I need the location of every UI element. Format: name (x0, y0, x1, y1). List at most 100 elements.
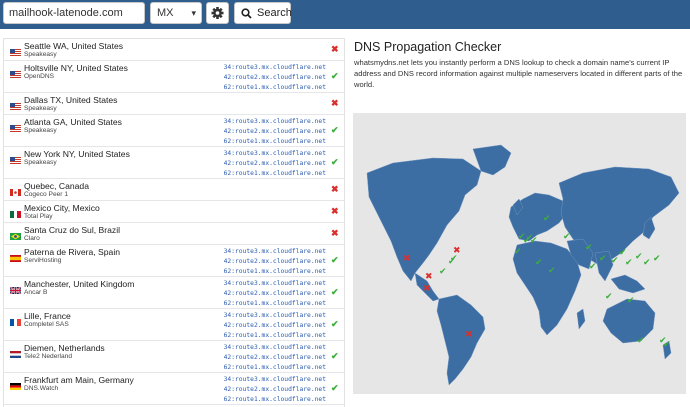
result-isp: Speakeasy (24, 159, 57, 166)
map-cross-marker: ✖ (425, 272, 433, 282)
result-row[interactable]: Holtsville NY, United States OpenDNS 34:ro… (4, 61, 344, 93)
mx-record[interactable]: 34:route3.mx.cloudflare.net (204, 311, 326, 321)
result-row[interactable]: Seattle WA, United States Speakeasy ✖ (4, 39, 344, 61)
result-records: 34:route3.mx.cloudflare.net 42:route2.mx.… (204, 247, 326, 277)
mx-record[interactable]: 42:route2.mx.cloudflare.net (204, 257, 326, 267)
flag-fr-icon (10, 313, 21, 326)
result-isp: OpenDNS (24, 73, 55, 80)
mx-record[interactable]: 42:route2.mx.cloudflare.net (204, 159, 326, 169)
result-isp: Tele2 Nederland (24, 353, 73, 360)
result-row[interactable]: Frankfurt am Main, Germany DNS.Watch 34:ro… (4, 373, 344, 405)
chevron-down-icon: ▾ (191, 8, 196, 18)
map-check-marker: ✔ (535, 258, 543, 268)
cross-icon: ✖ (331, 98, 339, 108)
flag-us-icon (10, 65, 21, 78)
mx-record[interactable]: 62:route1.mx.cloudflare.net (204, 299, 326, 309)
mx-record[interactable]: 62:route1.mx.cloudflare.net (204, 137, 326, 147)
check-icon: ✔ (331, 383, 339, 393)
mx-record[interactable]: 62:route1.mx.cloudflare.net (204, 363, 326, 373)
map-check-marker: ✔ (563, 232, 571, 242)
mx-record[interactable]: 42:route2.mx.cloudflare.net (204, 289, 326, 299)
flag-es-icon (10, 249, 21, 262)
domain-input[interactable]: mailhook-latenode.com (3, 2, 145, 24)
mx-record[interactable]: 62:route1.mx.cloudflare.net (204, 267, 326, 277)
result-records: 34:route3.mx.cloudflare.net 42:route2.mx.… (204, 375, 326, 405)
result-row[interactable]: Santa Cruz do Sul, Brazil Claro ✖ (4, 223, 344, 245)
result-isp: Speakeasy (24, 51, 57, 58)
mx-record[interactable]: 34:route3.mx.cloudflare.net (204, 375, 326, 385)
search-button[interactable]: Search (234, 2, 292, 24)
result-row[interactable]: Mexico City, Mexico Total Play ✖ (4, 201, 344, 223)
result-isp: Speakeasy (24, 105, 57, 112)
mx-record[interactable]: 34:route3.mx.cloudflare.net (204, 117, 326, 127)
search-icon (241, 8, 252, 19)
mx-record[interactable]: 34:route3.mx.cloudflare.net (204, 279, 326, 289)
result-records: 34:route3.mx.cloudflare.net 42:route2.mx.… (204, 311, 326, 341)
mx-record[interactable]: 62:route1.mx.cloudflare.net (204, 169, 326, 179)
result-location: Diemen, Netherlands (24, 343, 105, 353)
map-cross-marker: ✖ (403, 254, 411, 264)
result-row[interactable]: New York NY, United States Speakeasy 34:ro… (4, 147, 344, 179)
result-isp: Total Play (24, 213, 53, 220)
check-icon: ✔ (331, 157, 339, 167)
cross-icon: ✖ (331, 44, 339, 54)
record-type-value: MX (157, 7, 174, 19)
map-check-marker: ✔ (585, 243, 593, 253)
gear-icon (211, 7, 224, 19)
result-records: 34:route3.mx.cloudflare.net 42:route2.mx.… (204, 343, 326, 373)
check-icon: ✔ (331, 71, 339, 81)
record-type-select[interactable]: MX ▾ (150, 2, 202, 24)
result-location: Mexico City, Mexico (24, 203, 100, 213)
map-check-marker: ✔ (611, 256, 619, 266)
flag-us-icon (10, 97, 21, 110)
flag-nl-icon (10, 345, 21, 358)
mx-record[interactable]: 42:route2.mx.cloudflare.net (204, 127, 326, 137)
settings-button[interactable] (206, 2, 229, 24)
result-row[interactable]: Atlanta GA, United States Speakeasy 34:rou… (4, 115, 344, 147)
map-check-marker: ✔ (643, 258, 651, 268)
flag-mx-icon (10, 205, 21, 218)
flag-br-icon (10, 227, 21, 240)
result-row[interactable]: Dallas TX, United States Speakeasy ✖ (4, 93, 344, 115)
result-row[interactable]: Diemen, Netherlands Tele2 Nederland 34:rou… (4, 341, 344, 373)
mx-record[interactable]: 34:route3.mx.cloudflare.net (204, 247, 326, 257)
check-icon: ✔ (331, 319, 339, 329)
map-check-marker: ✔ (530, 236, 538, 246)
map-cross-marker: ✖ (453, 246, 461, 256)
result-records: 34:route3.mx.cloudflare.net 42:route2.mx.… (204, 63, 326, 93)
map-cross-marker: ✖ (465, 330, 473, 340)
result-row[interactable]: Quebec, Canada Cogeco Peer 1 ✖ (4, 179, 344, 201)
result-location: New York NY, United States (24, 149, 130, 159)
map-check-marker: ✔ (543, 214, 551, 224)
mx-record[interactable]: 42:route2.mx.cloudflare.net (204, 73, 326, 83)
flag-us-icon (10, 43, 21, 56)
result-records: 34:route3.mx.cloudflare.net 42:route2.mx.… (204, 149, 326, 179)
map-check-marker: ✔ (635, 252, 643, 262)
result-location: Lille, France (24, 311, 71, 321)
mx-record[interactable]: 34:route3.mx.cloudflare.net (204, 149, 326, 159)
mx-record[interactable]: 34:route3.mx.cloudflare.net (204, 343, 326, 353)
map-check-marker: ✔ (514, 247, 522, 257)
search-button-label: Search (257, 7, 292, 19)
mx-record[interactable]: 42:route2.mx.cloudflare.net (204, 321, 326, 331)
mx-record[interactable]: 42:route2.mx.cloudflare.net (204, 353, 326, 363)
result-isp: Claro (24, 235, 40, 242)
result-isp: Completel SAS (24, 321, 69, 328)
result-location: Atlanta GA, United States (24, 117, 122, 127)
mx-record[interactable]: 62:route1.mx.cloudflare.net (204, 331, 326, 341)
map-check-marker: ✔ (599, 254, 607, 264)
result-row[interactable]: Manchester, United Kingdom Ancar B 34:rout… (4, 277, 344, 309)
result-isp: Speakeasy (24, 127, 57, 134)
result-location: Holtsville NY, United States (24, 63, 128, 73)
mx-record[interactable]: 62:route1.mx.cloudflare.net (204, 83, 326, 93)
result-location: Dallas TX, United States (24, 95, 118, 105)
result-isp: Cogeco Peer 1 (24, 191, 68, 198)
mx-record[interactable]: 62:route1.mx.cloudflare.net (204, 395, 326, 405)
flag-de-icon (10, 377, 21, 390)
mx-record[interactable]: 34:route3.mx.cloudflare.net (204, 63, 326, 73)
result-row[interactable]: Lille, France Completel SAS 34:route3.mx.c… (4, 309, 344, 341)
result-row[interactable]: Paterna de Rivera, Spain ServiHosting 34:r… (4, 245, 344, 277)
flag-us-icon (10, 151, 21, 164)
mx-record[interactable]: 42:route2.mx.cloudflare.net (204, 385, 326, 395)
results-list[interactable]: Seattle WA, United States Speakeasy ✖ Holts… (3, 38, 345, 407)
